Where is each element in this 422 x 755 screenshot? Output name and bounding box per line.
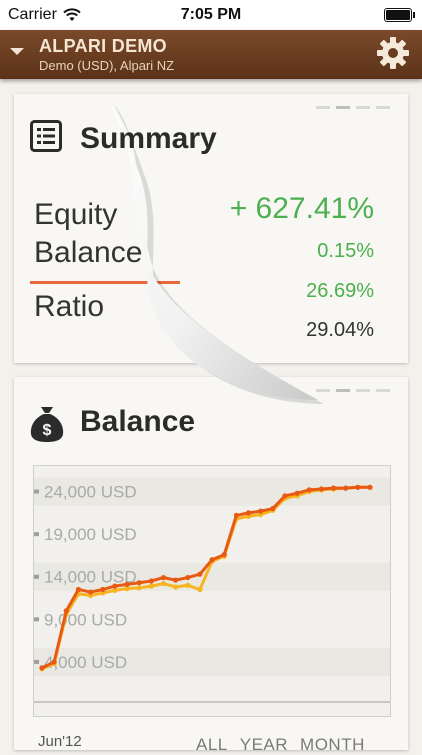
- data-point: [355, 484, 361, 490]
- data-point: [197, 586, 203, 593]
- y-tick-mark: [34, 659, 39, 664]
- equity-label: Equity: [34, 198, 118, 231]
- period-tabs: ALL YEAR MONTH: [196, 735, 365, 755]
- balance-label: Balance: [34, 236, 143, 269]
- data-point: [185, 582, 191, 588]
- balance-title: Balance: [80, 405, 196, 438]
- balance-value: 0.15%: [317, 240, 374, 262]
- account-header[interactable]: ALPARI DEMO Demo (USD), Alpari NZ: [0, 30, 422, 79]
- data-point: [160, 574, 167, 581]
- data-point: [87, 589, 94, 595]
- list-icon: [30, 120, 62, 152]
- page-indicator-2: [316, 389, 390, 392]
- data-point: [282, 493, 288, 499]
- data-point: [185, 574, 191, 581]
- balance-chart[interactable]: 24,000 USD 19,000 USD 14,000 USD 9,000 USD 4…: [33, 465, 391, 717]
- data-point: [51, 659, 57, 665]
- status-time: 7:05 PM: [180, 6, 242, 23]
- money-bag-icon: $: [30, 407, 64, 442]
- tab-year[interactable]: YEAR: [240, 735, 288, 755]
- y-tick-mark: [34, 617, 39, 622]
- balance-chart-svg: 24,000 USD19,000 USD14,000 USD9,000 USD4…: [34, 477, 390, 703]
- battery-icon: [384, 8, 415, 22]
- ratio-value: 26.69%: [306, 280, 374, 302]
- y-tick-label: 19,000 USD: [44, 525, 137, 544]
- data-point: [221, 551, 227, 558]
- data-point: [100, 586, 106, 593]
- account-dropdown-icon[interactable]: [10, 48, 24, 55]
- y-tick-label: 24,000 USD: [44, 483, 137, 502]
- account-subtitle: Demo (USD), Alpari NZ: [39, 58, 175, 73]
- data-point: [270, 505, 276, 512]
- divider-line: [30, 281, 180, 284]
- data-point: [294, 490, 300, 496]
- data-point: [39, 665, 45, 671]
- data-point: [258, 508, 264, 514]
- extra-value: 29.04%: [306, 319, 374, 341]
- data-point: [367, 484, 373, 490]
- x-tick-label: Jun'12: [38, 733, 82, 750]
- data-point: [63, 608, 69, 614]
- data-point: [112, 583, 118, 589]
- data-point: [197, 571, 203, 577]
- data-point: [148, 578, 154, 584]
- y-tick-label: 9,000 USD: [44, 610, 127, 629]
- ratio-label: Ratio: [34, 290, 105, 323]
- data-point: [75, 586, 82, 593]
- data-point: [343, 485, 349, 491]
- y-tick-mark: [34, 574, 39, 579]
- data-point: [209, 557, 215, 563]
- data-point: [124, 581, 130, 588]
- data-point: [136, 580, 142, 586]
- status-bar: Carrier 7:05 PM: [0, 0, 422, 30]
- summary-title: Summary: [80, 122, 217, 155]
- gear-icon[interactable]: [376, 36, 410, 70]
- data-point: [173, 577, 179, 583]
- summary-card[interactable]: Summary Equity + 627.41% Balance 0.15% R…: [14, 94, 408, 363]
- data-point: [160, 580, 167, 587]
- data-point: [148, 583, 154, 589]
- data-point: [306, 487, 312, 493]
- data-point: [330, 485, 337, 491]
- y-tick-mark: [34, 489, 39, 494]
- data-point: [173, 584, 179, 590]
- data-point: [318, 486, 325, 492]
- page-indicator: [316, 106, 390, 109]
- data-point: [245, 510, 252, 516]
- balance-card[interactable]: $ Balance 24,000 USD 19,000 USD 14,000 USD…: [14, 377, 408, 754]
- tab-month[interactable]: MONTH: [300, 735, 365, 755]
- data-point: [136, 585, 142, 591]
- y-tick-mark: [34, 532, 39, 537]
- equity-value: + 627.41%: [229, 192, 374, 225]
- data-point: [233, 512, 239, 519]
- svg-text:$: $: [43, 422, 52, 439]
- tab-all[interactable]: ALL: [196, 735, 228, 755]
- account-title[interactable]: ALPARI DEMO: [39, 36, 167, 57]
